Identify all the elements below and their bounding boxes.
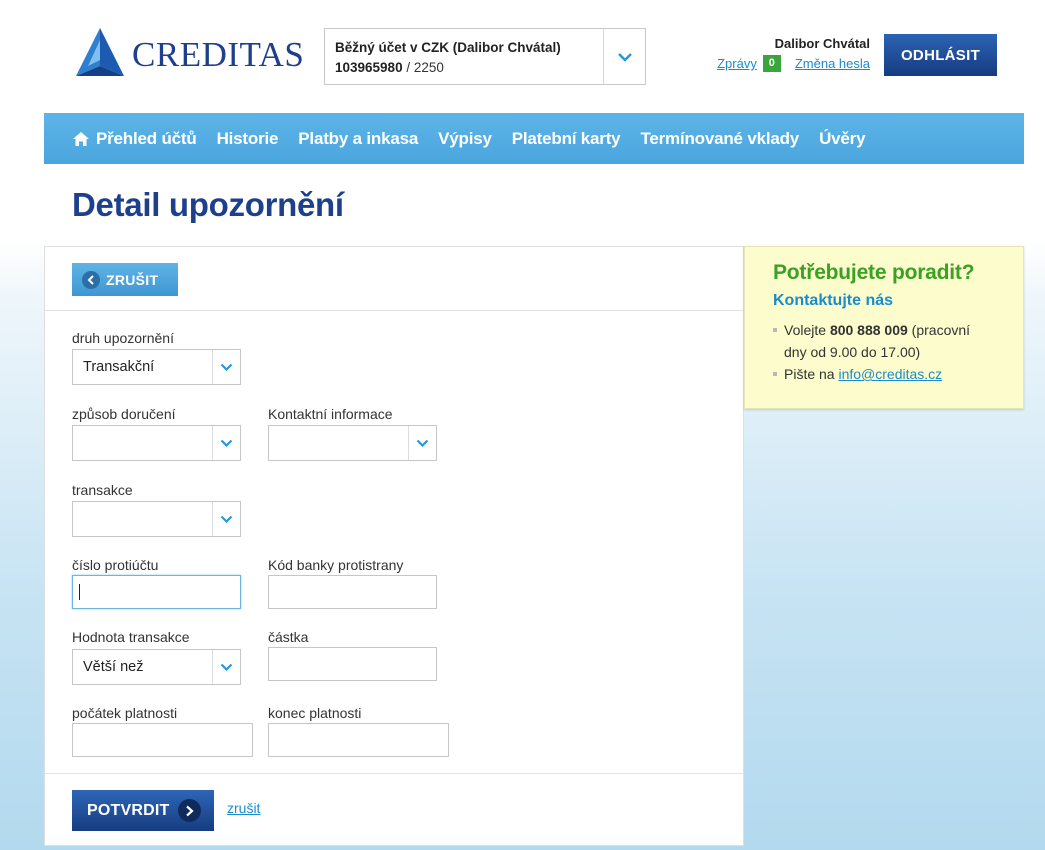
account-number: 103965980	[335, 60, 403, 75]
cancel-top-button[interactable]: ZRUŠIT	[72, 263, 178, 296]
counter-bank-code-input[interactable]	[268, 575, 437, 609]
valid-to-label: konec platnosti	[268, 705, 362, 721]
nav-item-cards[interactable]: Platební karty	[512, 129, 621, 149]
contact-info-select[interactable]	[268, 425, 437, 461]
chevron-down-icon	[212, 502, 240, 536]
user-name: Dalibor Chvátal	[774, 36, 870, 51]
nav-item-statements[interactable]: Výpisy	[438, 129, 492, 149]
help-phone: 800 888 009	[829, 322, 908, 338]
valid-to-input[interactable]	[268, 723, 449, 757]
text-caret	[79, 584, 80, 600]
counter-bank-code-label: Kód banky protistrany	[268, 557, 404, 573]
main-nav: Přehled účtů Historie Platby a inkasa Vý…	[44, 113, 1024, 164]
messages-count-badge[interactable]: 0	[762, 55, 781, 72]
home-icon	[73, 131, 89, 146]
help-subtitle: Kontaktujte nás	[773, 292, 894, 309]
valid-from-label: počátek platnosti	[72, 705, 178, 721]
counter-account-input[interactable]	[72, 575, 241, 609]
chevron-down-icon	[408, 426, 436, 460]
chevron-down-icon	[212, 350, 240, 384]
chevron-down-icon	[212, 426, 240, 460]
cancel-link[interactable]: zrušit	[227, 800, 260, 816]
delivery-method-select[interactable]	[72, 425, 241, 461]
counter-account-label: číslo protiúčtu	[72, 557, 159, 573]
nav-item-loans[interactable]: Úvěry	[819, 129, 865, 149]
account-bank-code: / 2250	[406, 60, 444, 75]
messages-link[interactable]: Zprávy	[717, 56, 757, 71]
help-email-item: Pište na info@creditas.cz	[773, 363, 995, 385]
chevron-left-icon	[82, 270, 100, 289]
help-phone-item: Volejte 800 888 009 (pracovní dny od 9.0…	[773, 319, 995, 363]
help-box: Potřebujete poradit? Kontaktujte nás Vol…	[744, 246, 1024, 409]
chevron-down-icon[interactable]	[603, 29, 645, 84]
transaction-label: transakce	[72, 482, 133, 498]
amount-input[interactable]	[268, 647, 437, 681]
page-title: Detail upozornění	[72, 186, 344, 223]
account-name: Běžný účet v CZK (Dalibor Chvátal)	[335, 40, 561, 55]
valid-from-input[interactable]	[72, 723, 253, 757]
alert-detail-panel: ZRUŠIT druh upozornění Transakční způsob…	[44, 246, 744, 846]
transaction-value-label: Hodnota transakce	[72, 629, 190, 645]
logout-button[interactable]: ODHLÁSIT	[884, 34, 997, 76]
delivery-method-label: způsob doručení	[72, 406, 176, 422]
alert-type-select[interactable]: Transakční	[72, 349, 241, 385]
user-box: Dalibor Chvátal Zprávy 0 Změna hesla	[717, 36, 870, 72]
alert-type-label: druh upozornění	[72, 330, 174, 346]
nav-item-accounts-overview[interactable]: Přehled účtů	[72, 129, 197, 149]
nav-item-payments[interactable]: Platby a inkasa	[298, 129, 418, 149]
contact-info-label: Kontaktní informace	[268, 406, 393, 422]
nav-item-term-deposits[interactable]: Termínované vklady	[640, 129, 799, 149]
chevron-right-icon	[177, 799, 201, 822]
help-title: Potřebujete poradit?	[773, 261, 975, 284]
creditas-logo[interactable]: CREDITAS	[72, 26, 304, 82]
confirm-button[interactable]: POTVRDIT	[72, 790, 214, 831]
chevron-down-icon	[212, 650, 240, 684]
nav-item-history[interactable]: Historie	[217, 129, 279, 149]
amount-label: částka	[268, 629, 309, 645]
help-email-link[interactable]: info@creditas.cz	[838, 366, 942, 382]
account-selector[interactable]: Běžný účet v CZK (Dalibor Chvátal) 10396…	[324, 28, 646, 85]
transaction-value-select[interactable]: Větší než	[72, 649, 241, 685]
logo-text: CREDITAS	[132, 35, 305, 74]
transaction-select[interactable]	[72, 501, 241, 537]
divider	[45, 773, 743, 774]
change-password-link[interactable]: Změna hesla	[795, 56, 870, 71]
creditas-logo-icon	[76, 28, 124, 76]
